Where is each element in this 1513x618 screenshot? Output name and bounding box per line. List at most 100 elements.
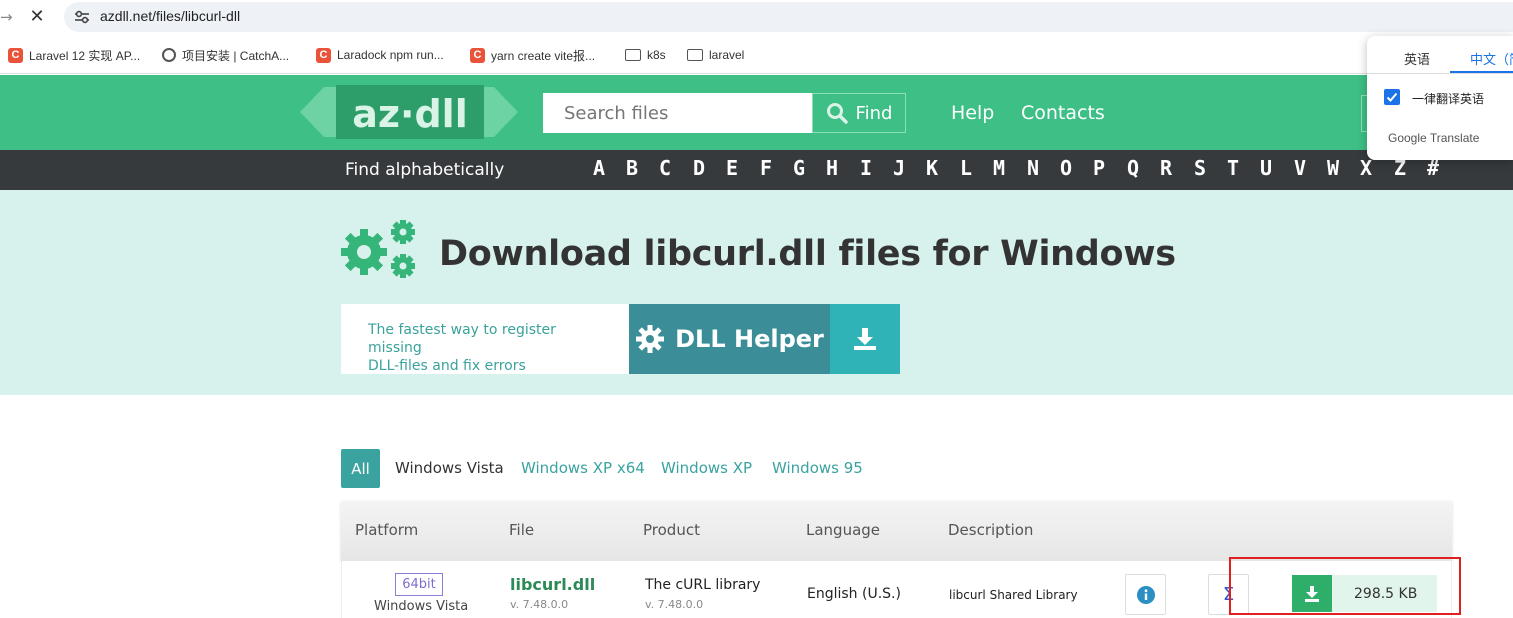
always-translate-label: 一律翻译英语: [1412, 92, 1485, 106]
c-favicon-icon: C: [8, 47, 23, 63]
bookmark-item[interactable]: 项目安装 | CatchA...: [162, 46, 289, 64]
bookmark-item[interactable]: C yarn create vite报...: [470, 46, 595, 64]
bookmark-label: yarn create vite报...: [491, 48, 596, 63]
letter-link[interactable]: O: [1060, 156, 1072, 180]
tab-windows-95[interactable]: Windows 95: [772, 459, 863, 477]
bitness-badge: 64bit: [395, 573, 443, 596]
product-version: v. 7.48.0.0: [645, 598, 704, 611]
letter-link[interactable]: T: [1227, 156, 1239, 180]
letter-link[interactable]: Q: [1127, 156, 1139, 180]
file-name-link[interactable]: libcurl.dll: [510, 575, 595, 594]
dll-helper-button[interactable]: DLL Helper: [629, 304, 830, 374]
file-version: v. 7.48.0.0: [510, 598, 569, 611]
download-icon: [854, 328, 876, 350]
c-favicon-icon: C: [316, 47, 331, 63]
tab-windows-xp[interactable]: Windows XP: [661, 459, 752, 477]
logo-text: az·dll: [352, 92, 467, 136]
divider: [1367, 73, 1513, 74]
help-link[interactable]: Help: [951, 102, 994, 124]
letter-link[interactable]: V: [1294, 156, 1306, 180]
alphabet-bar: Find alphabetically A B C D E F G H I J …: [0, 150, 1513, 190]
column-header: Platform: [355, 521, 419, 539]
search-input[interactable]: [543, 93, 813, 133]
letter-link[interactable]: A: [593, 156, 605, 180]
letter-link[interactable]: L: [960, 156, 972, 180]
google-translate-brand: Google Translate: [1388, 131, 1480, 145]
column-header: File: [509, 521, 535, 539]
letter-link[interactable]: P: [1093, 156, 1105, 180]
find-button[interactable]: Find: [812, 93, 906, 133]
letter-link[interactable]: S: [1194, 156, 1206, 180]
bookmark-folder[interactable]: k8s: [625, 46, 666, 64]
url-field[interactable]: azdll.net/files/libcurl-dll: [64, 2, 1513, 32]
promo-line: DLL-files and fix errors: [368, 358, 526, 374]
letter-link[interactable]: X: [1360, 156, 1372, 180]
c-favicon-icon: C: [470, 47, 485, 63]
bookmark-label: Laradock npm run...: [337, 48, 444, 62]
letter-link[interactable]: U: [1260, 156, 1272, 180]
tab-windows-xp-x64[interactable]: Windows XP x64: [521, 459, 645, 477]
column-header: Description: [948, 521, 1034, 539]
platform-label: Windows Vista: [374, 599, 469, 614]
letter-link[interactable]: N: [1027, 156, 1039, 180]
column-header: Product: [643, 521, 700, 539]
letter-link[interactable]: B: [626, 156, 638, 180]
bookmark-item[interactable]: C Laravel 12 实现 AP...: [8, 46, 140, 64]
letter-link[interactable]: F: [760, 156, 772, 180]
letter-link[interactable]: W: [1327, 156, 1339, 180]
promo-text: The fastest way to register missing DLL-…: [341, 304, 629, 374]
product-name: The cURL library: [645, 577, 761, 593]
letter-link[interactable]: R: [1160, 156, 1172, 180]
letter-link[interactable]: J: [893, 156, 905, 180]
page-title: Download libcurl.dll files for Windows: [439, 234, 1176, 274]
bookmark-folder[interactable]: laravel: [687, 46, 744, 64]
stop-loading-icon[interactable]: ✕: [28, 6, 46, 27]
translate-source-tab[interactable]: 英语: [1404, 49, 1430, 68]
letter-link[interactable]: M: [993, 156, 1005, 180]
search-icon: [826, 103, 848, 124]
table-header: Platform File Product Language Descripti…: [341, 501, 1452, 561]
letter-link[interactable]: G: [793, 156, 805, 180]
bookmark-item[interactable]: C Laradock npm run...: [316, 46, 444, 64]
globe-icon: [162, 48, 176, 62]
forward-icon[interactable]: →: [0, 8, 13, 26]
translate-target-tab[interactable]: 中文（简: [1470, 49, 1513, 68]
info-icon: [1136, 585, 1155, 604]
description-label: libcurl Shared Library: [949, 588, 1078, 602]
bookmark-label: 项目安装 | CatchA...: [182, 48, 290, 63]
find-label: Find: [855, 102, 893, 124]
translate-popup: 英语 中文（简 一律翻译英语 Google Translate: [1367, 36, 1513, 160]
dll-helper-label: DLL Helper: [675, 325, 824, 353]
letter-link[interactable]: C: [659, 156, 671, 180]
bookmark-label: Laravel 12 实现 AP...: [29, 48, 141, 63]
site-header: az·dll Find Help Contacts: [0, 75, 1513, 150]
tab-all[interactable]: All: [341, 449, 380, 488]
site-settings-icon[interactable]: [74, 10, 90, 24]
dll-helper-download-button[interactable]: [830, 304, 900, 374]
azdll-logo[interactable]: az·dll: [300, 83, 518, 141]
always-translate-checkbox[interactable]: [1384, 89, 1400, 105]
gears-icon: [341, 220, 415, 278]
column-header: Language: [806, 521, 881, 539]
url-text: azdll.net/files/libcurl-dll: [100, 8, 241, 24]
bookmark-label: k8s: [647, 48, 666, 62]
alphabet-label: Find alphabetically: [345, 160, 505, 180]
contacts-link[interactable]: Contacts: [1021, 102, 1105, 124]
letter-link[interactable]: K: [926, 156, 938, 180]
browser-address-bar: → ✕ azdll.net/files/libcurl-dll: [0, 0, 1513, 34]
letter-link[interactable]: D: [693, 156, 705, 180]
letter-link[interactable]: I: [860, 156, 872, 180]
promo-line: The fastest way to register missing: [368, 322, 556, 356]
info-button[interactable]: [1125, 574, 1166, 615]
letter-link[interactable]: H: [826, 156, 838, 180]
gear-icon: [636, 325, 665, 353]
hero-section: Download libcurl.dll files for Windows T…: [0, 190, 1513, 395]
bookmark-label: laravel: [709, 48, 745, 62]
tab-windows-vista[interactable]: Windows Vista: [395, 459, 504, 477]
language-label: English (U.S.): [807, 586, 901, 602]
folder-icon: [687, 49, 703, 61]
letter-link[interactable]: E: [726, 156, 738, 180]
checkmark-icon: [1386, 92, 1398, 102]
highlight-box: [1229, 557, 1461, 615]
bookmarks-bar: C Laravel 12 实现 AP... 项目安装 | CatchA... C…: [0, 34, 1513, 74]
